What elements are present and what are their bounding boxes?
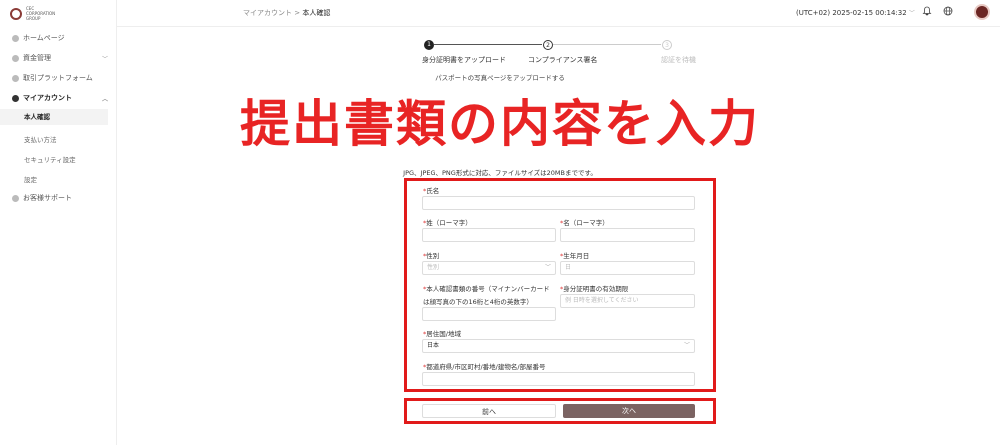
timezone-selector[interactable]: (UTC+02) 2025-02-15 00:14:32 ﹀: [796, 8, 915, 17]
nav-support[interactable]: お客様サポート: [12, 193, 108, 203]
chevron-down-icon: ﹀: [908, 10, 915, 17]
avatar[interactable]: [974, 4, 990, 20]
birth-label: *生年月日: [560, 252, 590, 260]
breadcrumb-current: 本人確認: [302, 9, 331, 17]
step-2: 2: [543, 40, 553, 50]
step-1-label: 身分証明書をアップロード: [422, 56, 506, 64]
chevron-down-icon: ﹀: [544, 264, 551, 271]
chevron-down-icon: ﹀: [101, 55, 108, 63]
upload-hint: パスポートの写真ページをアップロードする: [435, 74, 565, 82]
step-connector-1: [434, 44, 542, 45]
breadcrumb: マイアカウント > 本人確認: [243, 9, 331, 17]
breadcrumb-parent[interactable]: マイアカウント: [243, 9, 292, 17]
country-select[interactable]: 日本 ﹀: [422, 339, 695, 353]
logo-mark: [10, 7, 22, 20]
expiry-date-input[interactable]: 例 日時を選択してください: [560, 294, 695, 308]
gender-label: *性別: [423, 252, 440, 260]
step-connector-2: [553, 44, 661, 45]
bell-icon[interactable]: [921, 6, 933, 18]
last-name-input[interactable]: [422, 228, 556, 242]
sidebar: CEC CORPORATION GROUP ホームページ 資金管理 ﹀ 取引プラ…: [0, 0, 117, 445]
support-icon: [12, 194, 19, 202]
file-format-hint: JPG、JPEG、PNG形式に対応、ファイルサイズは20MBまでです。: [403, 169, 597, 177]
step-2-label: コンプライアンス署名: [528, 56, 598, 64]
country-label: *居住国/地域: [423, 330, 461, 338]
home-icon: [12, 34, 19, 42]
chevron-down-icon: ﹀: [683, 342, 690, 349]
birth-date-input[interactable]: 日: [560, 261, 695, 275]
address-input[interactable]: [422, 372, 695, 386]
first-name-label: *名（ローマ字）: [560, 219, 609, 227]
logo[interactable]: CEC CORPORATION GROUP: [10, 6, 55, 21]
first-name-input[interactable]: [560, 228, 695, 242]
step-3: 3: [662, 40, 672, 50]
name-input[interactable]: [422, 196, 695, 210]
wallet-icon: [12, 54, 19, 62]
nav-funds[interactable]: 資金管理 ﹀: [12, 53, 108, 63]
expiry-label: *身分証明書の有効期限: [560, 285, 629, 293]
nav-home[interactable]: ホームページ: [12, 33, 108, 43]
id-number-label: *本人確認書類の番号（マイナンバーカード: [423, 285, 550, 293]
globe-icon[interactable]: [942, 6, 954, 18]
next-button[interactable]: 次へ: [563, 404, 695, 418]
name-label: *氏名: [423, 187, 440, 195]
gender-select[interactable]: 性別 ﹀: [422, 261, 556, 275]
id-number-input[interactable]: [422, 307, 556, 321]
last-name-label: *姓（ローマ字）: [423, 219, 472, 227]
step-3-label: 認証を待機: [661, 56, 696, 64]
address-label: *都道府県/市区町村/番地/建物名/部屋番号: [423, 363, 546, 371]
annotation-overlay: 提出書類の内容を入力: [240, 95, 760, 153]
prev-button[interactable]: 前へ: [422, 404, 556, 418]
step-1: 1: [424, 40, 434, 50]
